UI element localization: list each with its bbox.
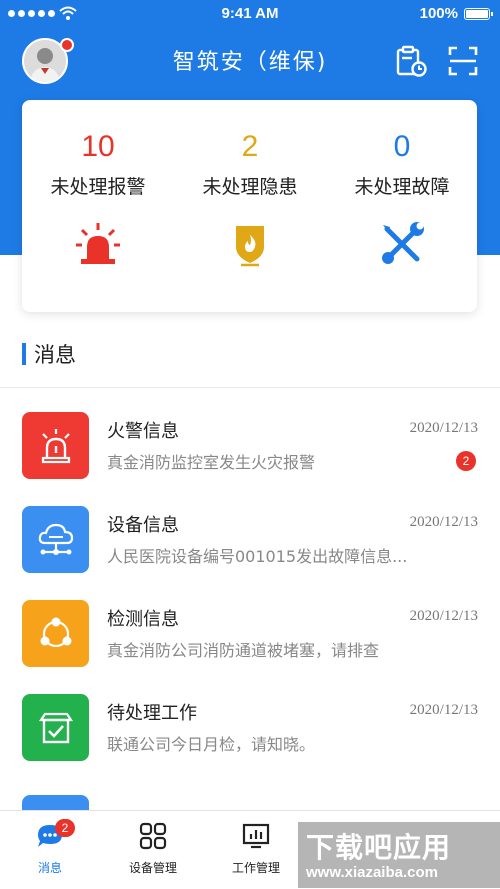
stats-card: 10 未处理报警 2 未处理隐患 0 未处理故障 [22,100,477,312]
stat-label: 未处理故障 [354,176,450,198]
message-date: 2020/12/13 [409,420,478,436]
section-accent-bar [22,343,26,365]
cloud-network-icon [38,523,73,555]
message-item-pending-work[interactable]: 待处理工作 2020/12/13 联通公司今日月检，请知晓。 [0,694,500,788]
unread-badge: 2 [456,451,476,471]
watermark-url: www.xiazaiba.com [306,864,438,881]
stat-alarms[interactable]: 10 未处理报警 [22,100,174,271]
stat-label: 未处理报警 [50,176,146,198]
message-icon-tile [22,506,89,573]
stat-label: 未处理隐患 [202,176,298,198]
stat-value: 2 [241,130,259,163]
tab-label: 消息 [37,861,62,875]
message-date: 2020/12/13 [409,608,478,624]
tools-icon [382,222,424,264]
message-icon-tile [22,600,89,667]
message-icon-tile [22,412,89,479]
battery-icon [464,7,493,20]
battery-percent: 100% [419,5,458,22]
message-title: 检测信息 [107,609,179,630]
divider [0,387,500,388]
alarm-light-icon [41,428,70,463]
message-preview: 联通公司今日月检，请知晓。 [107,735,316,754]
status-bar: 9:41 AM 100% [0,0,500,30]
clipboard-clock-icon[interactable] [394,44,428,78]
tab-device-management[interactable]: 设备管理 [103,811,203,889]
app-header: 智筑安（维保) [0,30,500,92]
message-icon-tile [22,694,89,761]
message-item-fire[interactable]: 火警信息 2020/12/13 真金消防监控室发生火灾报警 2 [0,412,500,506]
message-date: 2020/12/13 [409,702,478,718]
stat-value: 10 [81,130,115,163]
task-box-icon [38,712,73,743]
section-title-text: 消息 [34,343,76,367]
tab-badge: 2 [55,819,75,837]
triangle-nodes-icon [40,617,71,647]
message-title: 火警信息 [107,421,179,442]
stat-hazards[interactable]: 2 未处理隐患 [174,100,326,271]
message-title: 待处理工作 [107,703,197,724]
battery-status: 100% [419,5,493,22]
message-title: 设备信息 [107,515,179,536]
monitor-chart-icon [242,823,270,849]
message-item-inspection[interactable]: 检测信息 2020/12/13 真金消防公司消防通道被堵塞，请排查 [0,600,500,694]
tab-label: 工作管理 [231,861,280,875]
tab-label: 设备管理 [128,861,177,875]
tab-messages[interactable]: 2 消息 [0,811,100,889]
message-date: 2020/12/13 [409,514,478,530]
message-preview: 人民医院设备编号001015发出故障信息... [107,547,408,566]
fire-shield-icon [236,226,264,267]
watermark: 下载吧应用 www.xiazaiba.com [298,822,500,888]
tab-work-management[interactable]: 工作管理 [206,811,306,889]
stat-faults[interactable]: 0 未处理故障 [326,100,478,271]
messages-section-title: 消息 [22,340,76,368]
message-preview: 真金消防监控室发生火灾报警 [107,453,316,472]
stat-value: 0 [393,130,411,163]
watermark-text: 下载吧应用 [306,831,452,864]
alarm-light-icon [76,223,120,264]
grid-icon [139,822,167,850]
scan-icon[interactable] [446,44,480,78]
message-item-device[interactable]: 设备信息 2020/12/13 人民医院设备编号001015发出故障信息... [0,506,500,600]
message-preview: 真金消防公司消防通道被堵塞，请排查 [107,641,380,660]
